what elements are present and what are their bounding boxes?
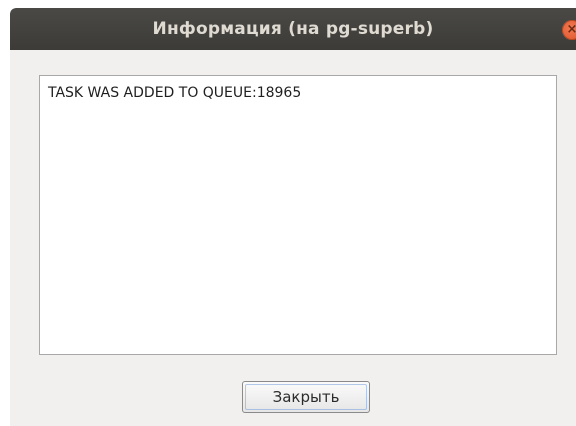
close-icon[interactable]: ×	[562, 20, 576, 40]
close-button[interactable]: Закрыть	[242, 381, 370, 413]
message-text-area[interactable]: TASK WAS ADDED TO QUEUE:18965	[39, 75, 557, 355]
window-title: Информация (на pg-superb)	[152, 19, 434, 39]
info-dialog-window: Информация (на pg-superb) × TASK WAS ADD…	[10, 8, 576, 426]
title-bar[interactable]: Информация (на pg-superb) ×	[10, 8, 576, 50]
